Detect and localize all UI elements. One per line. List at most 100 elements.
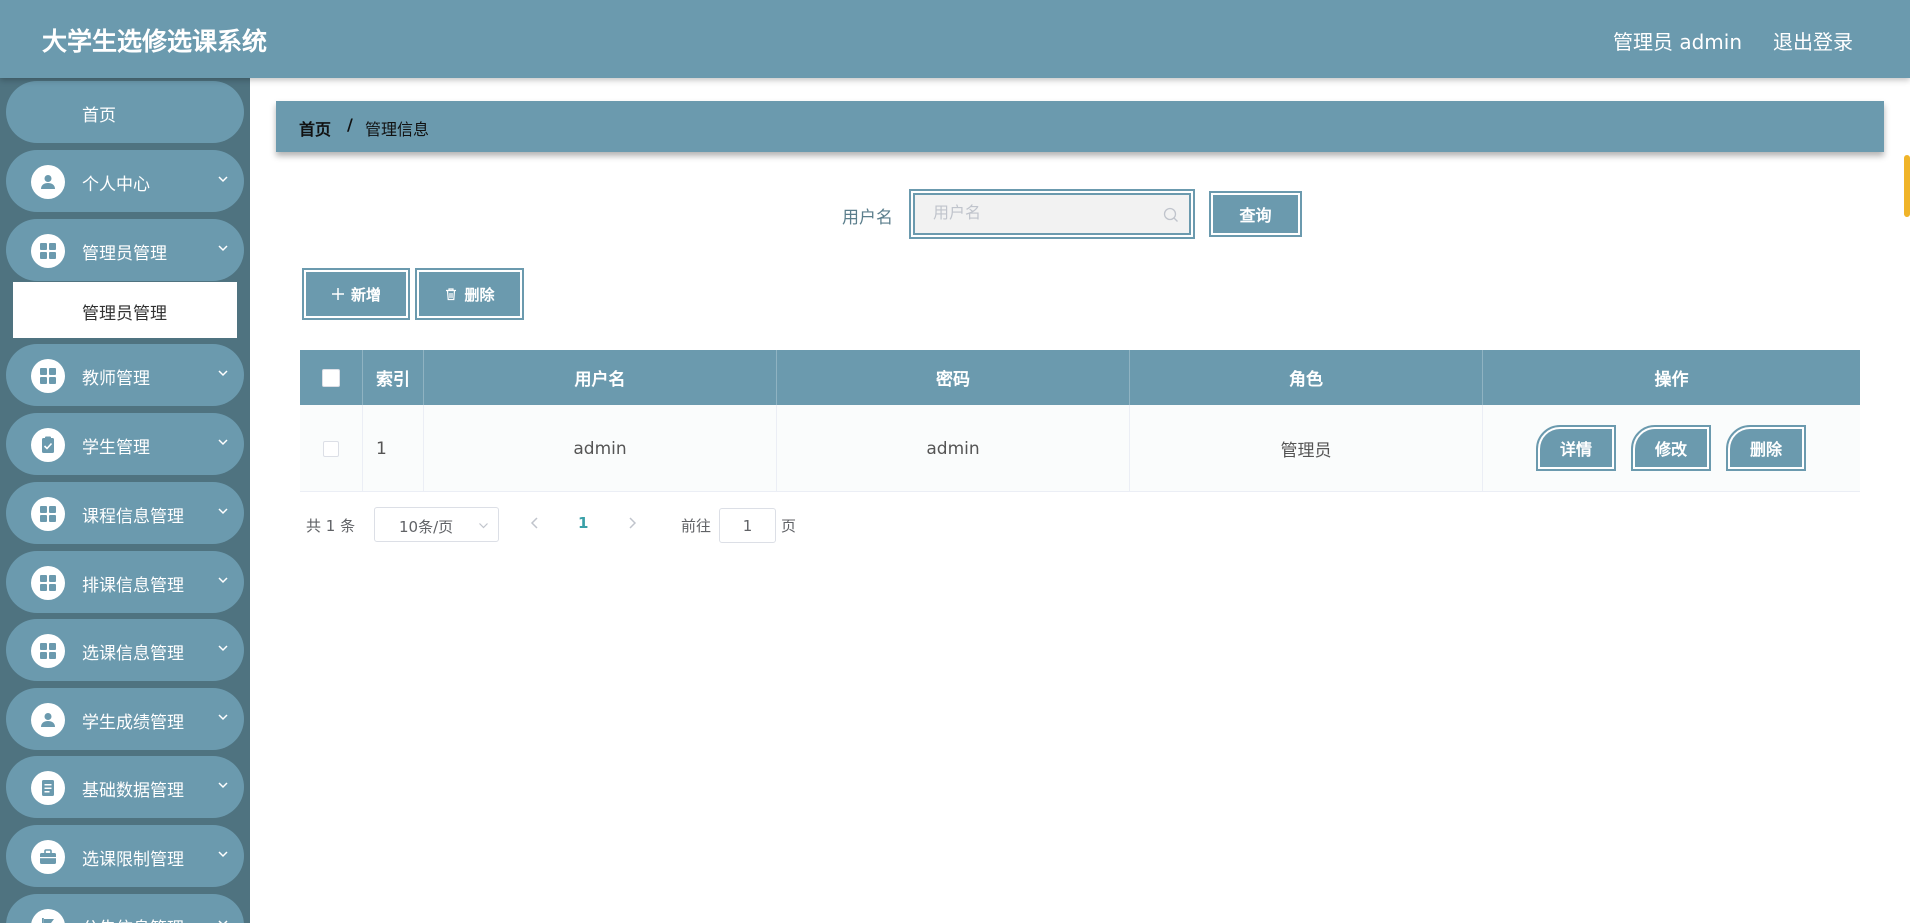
grid-icon — [31, 359, 65, 393]
row-select-cell — [300, 405, 363, 492]
sidebar-item-label: 基础数据管理 — [82, 781, 184, 801]
sidebar-item-admin-management[interactable]: 管理员管理 — [6, 219, 244, 281]
search-input[interactable] — [933, 203, 1153, 222]
cell-role: 管理员 — [1130, 405, 1483, 492]
chevron-down-icon — [479, 523, 488, 529]
search-input-wrapper — [909, 189, 1195, 239]
sidebar-item-personal-center[interactable]: 个人中心 — [6, 150, 244, 212]
select-all-checkbox[interactable] — [322, 368, 340, 387]
row-checkbox[interactable] — [323, 440, 339, 457]
clipboard-check-icon — [31, 428, 65, 462]
sidebar-item-label: 首页 — [82, 106, 116, 126]
chevron-down-icon — [218, 577, 228, 584]
breadcrumb-home[interactable]: 首页 — [299, 116, 331, 140]
grid-icon — [31, 497, 65, 531]
top-header: 大学生选修选课系统 管理员 admin 退出登录 — [0, 0, 1910, 78]
chevron-down-icon — [218, 714, 228, 721]
column-header-role: 角色 — [1130, 350, 1483, 405]
add-button-label: 新增 — [350, 285, 381, 304]
briefcase-icon — [31, 840, 65, 874]
sidebar-item-label: 学生管理 — [82, 438, 150, 458]
sidebar-item-teacher-management[interactable]: 教师管理 — [6, 344, 244, 406]
grid-icon — [31, 234, 65, 268]
sidebar-item-label: 学生成绩管理 — [82, 713, 184, 733]
pagination-goto-label: 前往 — [681, 517, 712, 535]
sidebar-item-enrollment-limit-management[interactable]: 选课限制管理 — [6, 825, 244, 887]
sidebar-item-notice-management[interactable]: 公告信息管理 — [6, 894, 244, 923]
logout-link[interactable]: 退出登录 — [1773, 26, 1853, 55]
chevron-right-icon[interactable] — [625, 516, 639, 530]
cell-actions: 详情 修改 删除 — [1483, 405, 1860, 492]
row-delete-button[interactable]: 删除 — [1726, 425, 1806, 471]
breadcrumb-separator: / — [347, 115, 353, 134]
sidebar-item-label: 个人中心 — [82, 175, 150, 195]
delete-button[interactable]: 删除 — [415, 268, 524, 320]
chevron-down-icon — [218, 851, 228, 858]
chevron-down-icon — [218, 439, 228, 446]
app-title: 大学生选修选课系统 — [42, 27, 268, 56]
chevron-down-icon — [218, 245, 228, 252]
delete-button-label: 删除 — [464, 285, 495, 304]
edit-button[interactable]: 修改 — [1631, 425, 1711, 471]
sidebar-item-grade-management[interactable]: 学生成绩管理 — [6, 688, 244, 750]
chevron-down-icon — [218, 370, 228, 377]
page-size-select[interactable]: 10条/页 — [374, 507, 499, 542]
submenu-item-label: 管理员管理 — [82, 304, 167, 324]
sidebar-item-label: 选课信息管理 — [82, 644, 184, 664]
sidebar-item-base-data-management[interactable]: 基础数据管理 — [6, 756, 244, 818]
detail-button-label: 详情 — [1559, 440, 1592, 459]
breadcrumb-current: 管理信息 — [365, 120, 430, 139]
sidebar-item-label: 选课限制管理 — [82, 850, 184, 870]
submenu-item-admin-management[interactable]: 管理员管理 — [13, 282, 237, 338]
sidebar-item-label: 管理员管理 — [82, 244, 167, 264]
pagination-page-suffix: 页 — [781, 517, 797, 535]
scroll-indicator[interactable] — [1904, 155, 1910, 217]
chevron-down-icon — [218, 508, 228, 515]
table-header: 索引 用户名 密码 角色 操作 — [300, 350, 1860, 405]
chevron-left-icon[interactable] — [528, 516, 542, 530]
chevron-down-icon — [218, 782, 228, 789]
cell-password: admin — [777, 405, 1130, 492]
sidebar-item-course-info-management[interactable]: 课程信息管理 — [6, 482, 244, 544]
search-icon — [1163, 207, 1178, 222]
cell-username: admin — [424, 405, 777, 492]
page-jump-input[interactable] — [719, 508, 776, 543]
document-icon — [31, 771, 65, 805]
query-button[interactable]: 查询 — [1209, 191, 1302, 237]
grid-icon — [31, 566, 65, 600]
breadcrumb: 首页 / 管理信息 — [276, 101, 1884, 152]
search-label: 用户名 — [842, 208, 893, 228]
column-header-username: 用户名 — [424, 350, 777, 405]
current-user: 管理员 admin — [1612, 30, 1742, 54]
chevron-down-icon — [218, 645, 228, 652]
pagination-total: 共 1 条 — [306, 517, 356, 535]
sidebar-item-label: 排课信息管理 — [82, 576, 184, 596]
table-row: 1 admin admin 管理员 详情 修改 删除 — [300, 405, 1860, 492]
plus-icon — [331, 288, 344, 300]
user-icon — [31, 165, 65, 199]
column-header-password: 密码 — [777, 350, 1130, 405]
cell-index: 1 — [363, 405, 424, 492]
flag-icon — [31, 909, 65, 923]
sidebar-item-label: 公告信息管理 — [82, 914, 184, 923]
sidebar-item-label: 课程信息管理 — [82, 507, 184, 527]
trash-icon — [446, 288, 457, 301]
add-button[interactable]: 新增 — [302, 268, 410, 320]
sidebar-item-enrollment-info-management[interactable]: 选课信息管理 — [6, 619, 244, 681]
sidebar-item-student-management[interactable]: 学生管理 — [6, 413, 244, 475]
sidebar-item-label: 教师管理 — [82, 369, 150, 389]
sidebar: 首页 个人中心 管理员管理 管理员管理 教师管理 学生管理 课程信息管理 排课信… — [0, 78, 250, 923]
chevron-down-icon — [218, 920, 228, 923]
edit-button-label: 修改 — [1654, 440, 1687, 459]
query-button-label: 查询 — [1239, 206, 1272, 225]
sidebar-item-home[interactable]: 首页 — [6, 81, 244, 143]
grid-icon — [31, 634, 65, 668]
page-number-current[interactable]: 1 — [578, 514, 588, 532]
column-header-index: 索引 — [363, 350, 424, 405]
column-header-actions: 操作 — [1654, 370, 1689, 390]
detail-button[interactable]: 详情 — [1536, 425, 1616, 471]
select-all-cell — [300, 350, 363, 405]
chevron-down-icon — [218, 176, 228, 183]
row-delete-button-label: 删除 — [1749, 440, 1782, 459]
sidebar-item-schedule-info-management[interactable]: 排课信息管理 — [6, 551, 244, 613]
